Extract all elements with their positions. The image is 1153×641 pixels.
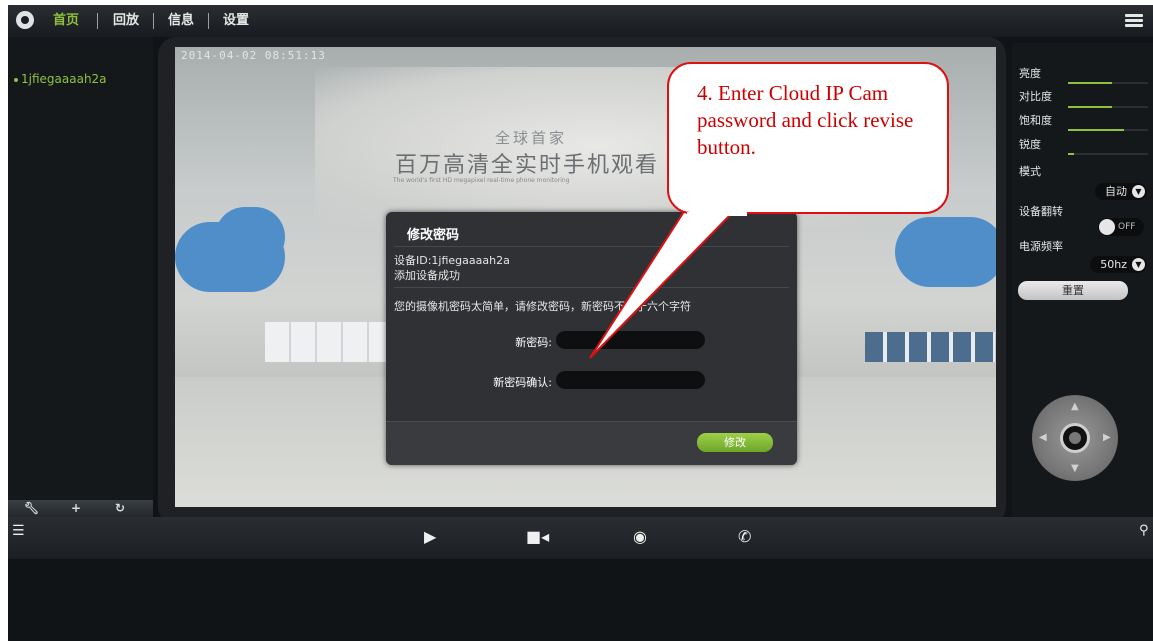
power-frequency-dropdown[interactable]: 50hz ▼ — [1090, 256, 1147, 273]
media-toolbar: ☰ ▶ ■◂ ◉ ✆ ⚲ — [8, 517, 1153, 559]
wrench-icon[interactable]: 🔧︎ — [24, 501, 39, 515]
mode-label: 模式 — [1019, 165, 1041, 178]
add-success-text: 添加设备成功 — [394, 269, 460, 282]
nav-playback[interactable]: 回放 — [113, 5, 139, 37]
contrast-slider[interactable] — [1068, 106, 1148, 108]
brightness-slider[interactable] — [1068, 82, 1148, 84]
play-icon[interactable]: ▶ — [424, 527, 436, 546]
nav-info[interactable]: 信息 — [168, 5, 194, 37]
nav-home[interactable]: 首页 — [53, 5, 79, 37]
pan-right-icon[interactable]: ▶ — [1103, 432, 1111, 443]
power-frequency-label: 电源频率 — [1019, 240, 1063, 253]
video-timestamp: 2014-04-02 08:51:13 — [181, 49, 326, 62]
toggle-knob — [1099, 219, 1115, 235]
flip-toggle[interactable]: OFF — [1098, 218, 1144, 236]
nav-divider — [208, 13, 209, 29]
pan-left-icon[interactable]: ◀ — [1039, 432, 1047, 443]
power-frequency-value: 50hz — [1100, 258, 1127, 271]
saturation-label: 饱和度 — [1019, 114, 1052, 127]
device-id-text: 设备ID:1jfiegaaaah2a — [394, 254, 510, 267]
online-dot-icon — [14, 77, 18, 82]
device-name: 1jfiegaaaah2a — [21, 72, 107, 86]
app-logo-icon — [16, 11, 34, 29]
settings-panel: 亮度 对比度 饱和度 锐度 模式 自动 ▼ 设备翻转 OFF 电源频率 50hz… — [1012, 43, 1153, 517]
device-list-item[interactable]: 1jfiegaaaah2a — [14, 72, 107, 86]
sharpness-slider[interactable] — [1068, 153, 1148, 155]
confirm-password-label: 新密码确认: — [493, 376, 552, 389]
top-nav-bar: 首页 回放 信息 设置 — [8, 5, 1153, 37]
callout-text: 4. Enter Cloud IP Cam password and click… — [697, 81, 914, 159]
ptz-center-icon[interactable] — [1060, 423, 1090, 453]
video-cloud-right — [895, 217, 996, 287]
device-list-panel: 1jfiegaaaah2a 🔧︎ + ↻ — [8, 37, 153, 517]
revise-button[interactable]: 修改 — [697, 433, 773, 452]
pan-up-icon[interactable]: ▲ — [1071, 401, 1079, 412]
location-pin-icon[interactable]: ⚲ — [1139, 523, 1149, 538]
video-banner-en: The world's first HD megapixel real-time… — [393, 177, 570, 184]
refresh-icon[interactable]: ↻ — [115, 501, 125, 515]
add-icon[interactable]: + — [71, 501, 81, 515]
camera-snapshot-icon[interactable]: ◉ — [633, 527, 647, 546]
list-icon[interactable]: ☰ — [12, 523, 25, 539]
saturation-slider[interactable] — [1068, 129, 1148, 131]
chevron-down-icon: ▼ — [1132, 258, 1145, 271]
nav-divider — [153, 13, 154, 29]
phone-icon[interactable]: ✆ — [738, 527, 751, 546]
video-record-icon[interactable]: ■◂ — [526, 527, 549, 546]
sharpness-label: 锐度 — [1019, 138, 1041, 151]
mode-value: 自动 — [1105, 185, 1127, 198]
mode-dropdown[interactable]: 自动 ▼ — [1095, 183, 1147, 200]
video-products — [865, 332, 995, 362]
menu-icon[interactable] — [1125, 14, 1143, 28]
instruction-callout: 4. Enter Cloud IP Cam password and click… — [667, 62, 949, 214]
nav-settings[interactable]: 设置 — [223, 5, 249, 37]
flip-value: OFF — [1118, 222, 1136, 232]
brightness-label: 亮度 — [1019, 67, 1041, 80]
callout-joint — [687, 212, 747, 216]
video-banner-main: 百万高清全实时手机观看 — [395, 153, 660, 178]
ptz-control[interactable]: ▲ ▼ ◀ ▶ — [1032, 395, 1118, 481]
flip-label: 设备翻转 — [1019, 205, 1063, 218]
video-cloud-left — [215, 207, 285, 267]
reset-button[interactable]: 重置 — [1018, 281, 1128, 300]
nav-divider — [97, 13, 98, 29]
contrast-label: 对比度 — [1019, 90, 1052, 103]
pan-down-icon[interactable]: ▼ — [1071, 463, 1079, 474]
video-banner-small: 全球首家 — [495, 129, 568, 147]
device-toolbar: 🔧︎ + ↻ — [8, 500, 153, 517]
confirm-password-input[interactable] — [556, 371, 705, 389]
new-password-label: 新密码: — [515, 336, 552, 349]
dialog-title: 修改密码 — [407, 228, 460, 243]
chevron-down-icon: ▼ — [1132, 185, 1145, 198]
